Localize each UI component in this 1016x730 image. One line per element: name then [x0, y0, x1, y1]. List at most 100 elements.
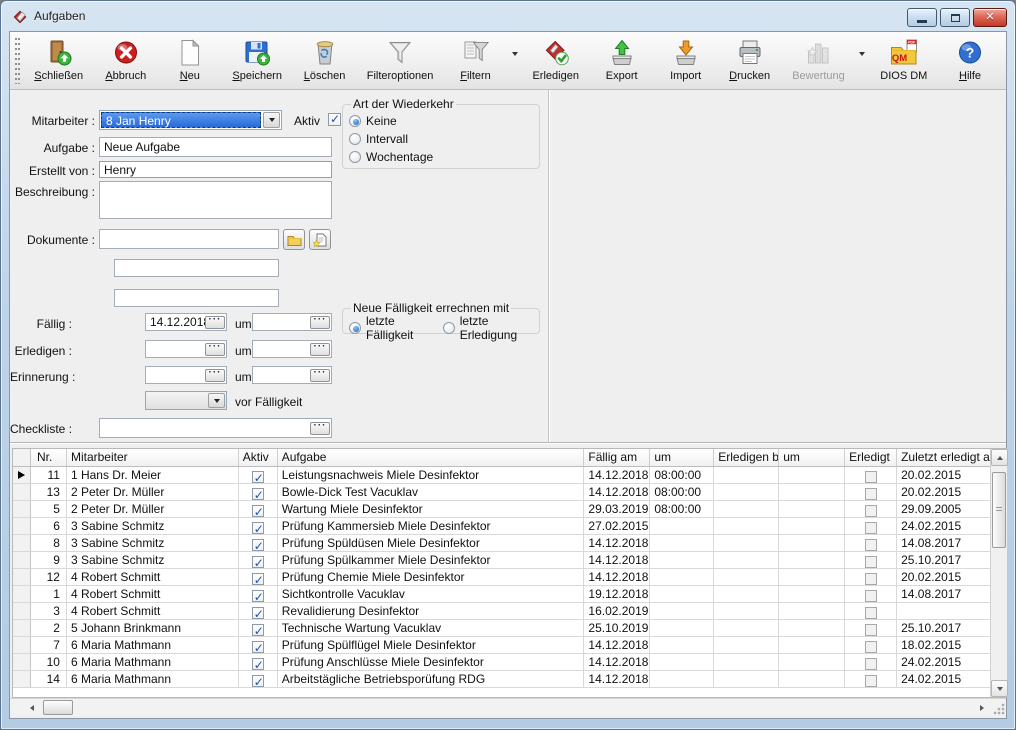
table-row[interactable]: 2 5 Johann Brinkmann Technische Wartung …	[13, 620, 990, 637]
cell-aktiv[interactable]	[239, 586, 278, 602]
faellig-datum-picker-button[interactable]	[205, 316, 225, 329]
horizontal-scrollbar[interactable]	[10, 698, 1006, 716]
cell-aktiv[interactable]	[239, 484, 278, 500]
erledigt-row-checkbox[interactable]	[865, 556, 877, 568]
table-row[interactable]: 7 6 Maria Mathmann Prüfung Spülflügel Mi…	[13, 637, 990, 654]
vertical-scrollbar[interactable]	[990, 449, 1007, 697]
wiederkehr-option-wochentage[interactable]: Wochentage	[349, 150, 533, 164]
table-row[interactable]: 12 4 Robert Schmitt Prüfung Chemie Miele…	[13, 569, 990, 586]
erledigt-row-checkbox[interactable]	[865, 624, 877, 636]
aktiv-checkbox[interactable]	[328, 113, 341, 126]
cell-erledigt[interactable]	[845, 552, 897, 568]
abbruch-button[interactable]: Abbruch	[97, 34, 155, 88]
aktiv-row-checkbox[interactable]	[252, 471, 264, 483]
schliessen-button[interactable]: Schließen	[27, 34, 91, 88]
filteroptionen-button[interactable]: Filteroptionen	[360, 34, 441, 88]
toolbar-grip[interactable]	[14, 38, 21, 84]
letzte-faelligkeit-option[interactable]: letzte Fälligkeit	[349, 314, 431, 342]
table-row[interactable]: 6 3 Sabine Schmitz Prüfung Kammersieb Mi…	[13, 518, 990, 535]
erledigt-row-checkbox[interactable]	[865, 641, 877, 653]
keine-radio[interactable]	[349, 115, 361, 127]
erledigt-row-checkbox[interactable]	[865, 488, 877, 500]
wochentage-radio[interactable]	[349, 151, 361, 163]
erledigen-button[interactable]: Erledigen	[525, 34, 587, 88]
aktiv-row-checkbox[interactable]	[252, 539, 264, 551]
dokument3-input[interactable]	[114, 289, 279, 307]
cell-erledigt[interactable]	[845, 671, 897, 687]
aktiv-row-checkbox[interactable]	[252, 607, 264, 619]
cell-aktiv[interactable]	[239, 535, 278, 551]
resize-grip[interactable]	[992, 702, 1005, 715]
erledigt-row-checkbox[interactable]	[865, 658, 877, 670]
wiederkehr-option-keine[interactable]: Keine	[349, 114, 533, 128]
letzte-erledigung-option[interactable]: letzte Erledigung	[443, 314, 533, 342]
table-row[interactable]: 9 3 Sabine Schmitz Prüfung Spülkammer Mi…	[13, 552, 990, 569]
cell-erledigt[interactable]	[845, 603, 897, 619]
checkliste-field[interactable]	[99, 418, 332, 438]
letzte-faelligkeit-radio[interactable]	[349, 322, 361, 334]
erledigt-row-checkbox[interactable]	[865, 539, 877, 551]
vorlauf-dropdown-button[interactable]	[208, 393, 225, 408]
erledigt-row-checkbox[interactable]	[865, 675, 877, 687]
beschreibung-textarea[interactable]	[99, 181, 332, 219]
erledigt-row-checkbox[interactable]	[865, 607, 877, 619]
cell-aktiv[interactable]	[239, 620, 278, 636]
cell-erledigt[interactable]	[845, 586, 897, 602]
close-button[interactable]: ✕	[973, 8, 1007, 27]
bewertung-button[interactable]: Bewertung	[785, 34, 853, 88]
erinnerung-datum-field[interactable]	[145, 366, 227, 384]
drucken-button[interactable]: Drucken	[721, 34, 779, 88]
erledigen-zeit-picker-button[interactable]	[310, 343, 330, 356]
mitarbeiter-dropdown-button[interactable]	[263, 112, 280, 128]
table-row[interactable]: 14 6 Maria Mathmann Arbeitstägliche Betr…	[13, 671, 990, 688]
header-aufgabe[interactable]: Aufgabe	[278, 449, 585, 466]
speichern-button[interactable]: Speichern	[225, 34, 290, 88]
header-erledigt[interactable]: Erledigt	[845, 449, 897, 466]
aktiv-row-checkbox[interactable]	[252, 658, 264, 670]
export-button[interactable]: Export	[593, 34, 651, 88]
dios-dm-button[interactable]: PDF QM DIOS DM	[873, 34, 935, 88]
titlebar[interactable]: Aufgaben ▬ ✕	[1, 1, 1015, 31]
header-nr[interactable]: Nr.	[31, 449, 67, 466]
aktiv-row-checkbox[interactable]	[252, 522, 264, 534]
erledigen-datum-picker-button[interactable]	[205, 343, 225, 356]
checkliste-picker-button[interactable]	[310, 422, 330, 435]
cell-erledigt[interactable]	[845, 484, 897, 500]
table-row[interactable]: 10 6 Maria Mathmann Prüfung Anschlüsse M…	[13, 654, 990, 671]
aktiv-row-checkbox[interactable]	[252, 675, 264, 687]
dokument-anzeigen-button[interactable]	[309, 229, 331, 250]
aktiv-row-checkbox[interactable]	[252, 556, 264, 568]
cell-aktiv[interactable]	[239, 654, 278, 670]
erledigt-row-checkbox[interactable]	[865, 522, 877, 534]
table-row[interactable]: 3 4 Robert Schmitt Revalidierung Desinfe…	[13, 603, 990, 620]
erledigen-zeit-field[interactable]	[252, 340, 332, 358]
horizontal-scroll-thumb[interactable]	[43, 700, 73, 715]
loeschen-button[interactable]: Löschen	[296, 34, 354, 88]
vertical-scroll-thumb[interactable]	[992, 472, 1006, 548]
table-row[interactable]: 11 1 Hans Dr. Meier Leistungsnachweis Mi…	[13, 467, 990, 484]
scroll-up-button[interactable]	[991, 449, 1008, 466]
cell-aktiv[interactable]	[239, 552, 278, 568]
aktiv-row-checkbox[interactable]	[252, 590, 264, 602]
erinnerung-zeit-picker-button[interactable]	[310, 369, 330, 382]
cell-aktiv[interactable]	[239, 569, 278, 585]
scroll-left-button[interactable]	[24, 700, 40, 716]
erledigt-row-checkbox[interactable]	[865, 505, 877, 517]
header-aktiv[interactable]: Aktiv	[239, 449, 278, 466]
dokument2-input[interactable]	[114, 259, 279, 277]
table-row[interactable]: 8 3 Sabine Schmitz Prüfung Spüldüsen Mie…	[13, 535, 990, 552]
table-row[interactable]: 13 2 Peter Dr. Müller Bowle-Dick Test Va…	[13, 484, 990, 501]
cell-aktiv[interactable]	[239, 671, 278, 687]
cell-erledigt[interactable]	[845, 467, 897, 483]
filtern-button[interactable]: Filtern	[447, 34, 505, 88]
vorlauf-combobox[interactable]	[145, 391, 227, 410]
table-row[interactable]: 1 4 Robert Schmitt Sichtkontrolle Vacukl…	[13, 586, 990, 603]
cell-erledigt[interactable]	[845, 620, 897, 636]
intervall-radio[interactable]	[349, 133, 361, 145]
neu-button[interactable]: Neu	[161, 34, 219, 88]
erledigt-row-checkbox[interactable]	[865, 590, 877, 602]
header-zuletzt-erledigt-am[interactable]: Zuletzt erledigt am	[897, 449, 990, 466]
faellig-zeit-picker-button[interactable]	[310, 316, 330, 329]
letzte-erledigung-radio[interactable]	[443, 322, 455, 334]
scroll-down-button[interactable]	[991, 680, 1008, 697]
